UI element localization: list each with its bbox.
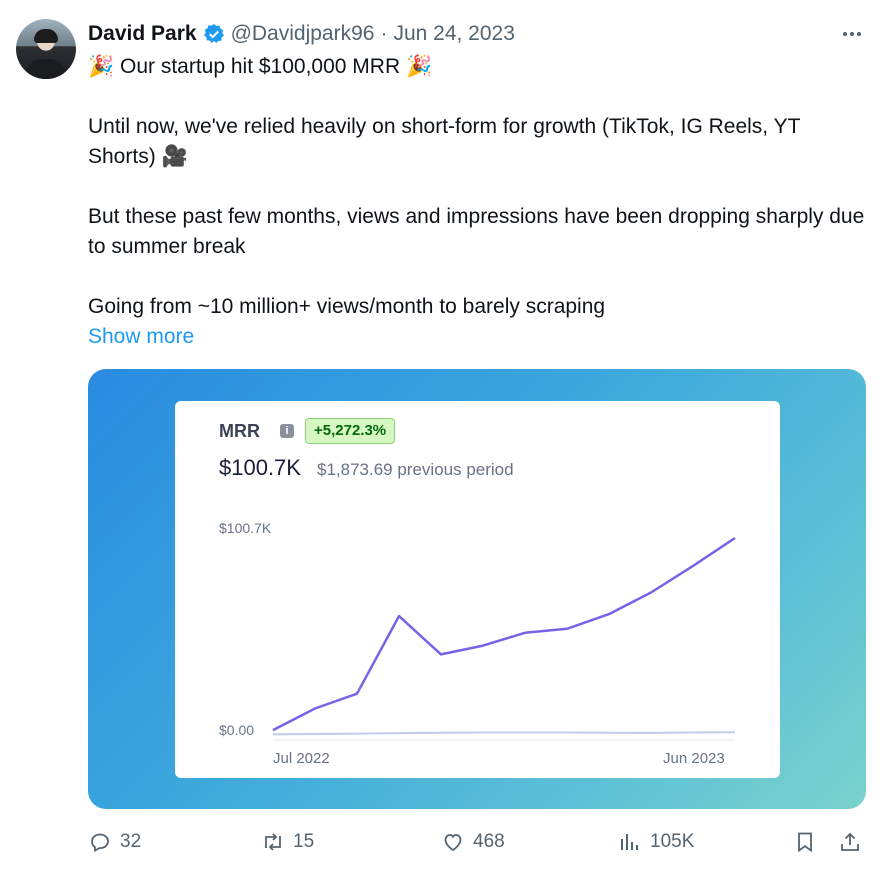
tweet-date[interactable]: Jun 24, 2023 [393,22,514,46]
like-count: 468 [473,831,505,852]
views-count: 105K [650,831,695,852]
views-icon [621,834,638,850]
bookmark-button[interactable] [793,826,825,858]
like-icon [444,834,462,852]
tweet-header: David Park @Davidjpark96 · Jun 24, 2023 [88,19,515,49]
show-more-link[interactable]: Show more [88,322,868,352]
tweet-line: But these past few months, views and imp… [88,205,865,258]
tweet-line: Until now, we've relied heavily on short… [88,115,801,168]
more-icon[interactable] [838,23,866,45]
reply-icon [91,833,109,852]
current-period-line [272,536,736,732]
author-handle[interactable]: @Davidjpark96 [231,22,375,46]
like-button[interactable]: 468 [441,826,505,858]
avatar[interactable] [16,19,76,79]
reply-count: 32 [120,831,142,852]
separator-dot: · [380,22,388,45]
tweet-text: 🎉 Our startup hit $100,000 MRR 🎉 Until n… [88,52,868,352]
share-button[interactable] [838,826,870,858]
share-icon [841,832,859,851]
tweet-line: Going from ~10 million+ views/month to b… [88,295,606,318]
tweet-line: 🎉 Our startup hit $100,000 MRR 🎉 [88,55,433,78]
previous-period-line [272,731,736,736]
verified-badge-icon [203,24,224,43]
y-tick-label: $0.00 [219,722,255,738]
retweet-icon [265,833,281,851]
mrr-card: MRR i +5,272.3% $100.7K $1,873.69 previo… [175,401,780,778]
tweet-media[interactable]: MRR i +5,272.3% $100.7K $1,873.69 previo… [88,369,866,809]
action-bar: 32 15 468 105K [88,826,868,858]
x-tick-label: Jun 2023 [663,750,725,767]
y-tick-label: $100.7K [219,520,272,536]
bookmark-icon [798,832,812,853]
retweet-count: 15 [293,831,315,852]
retweet-button[interactable]: 15 [261,826,314,858]
mrr-chart [272,536,736,741]
reply-button[interactable]: 32 [88,826,141,858]
views-button[interactable]: 105K [618,826,694,858]
x-tick-label: Jul 2022 [273,750,330,767]
author-name[interactable]: David Park [88,22,197,46]
